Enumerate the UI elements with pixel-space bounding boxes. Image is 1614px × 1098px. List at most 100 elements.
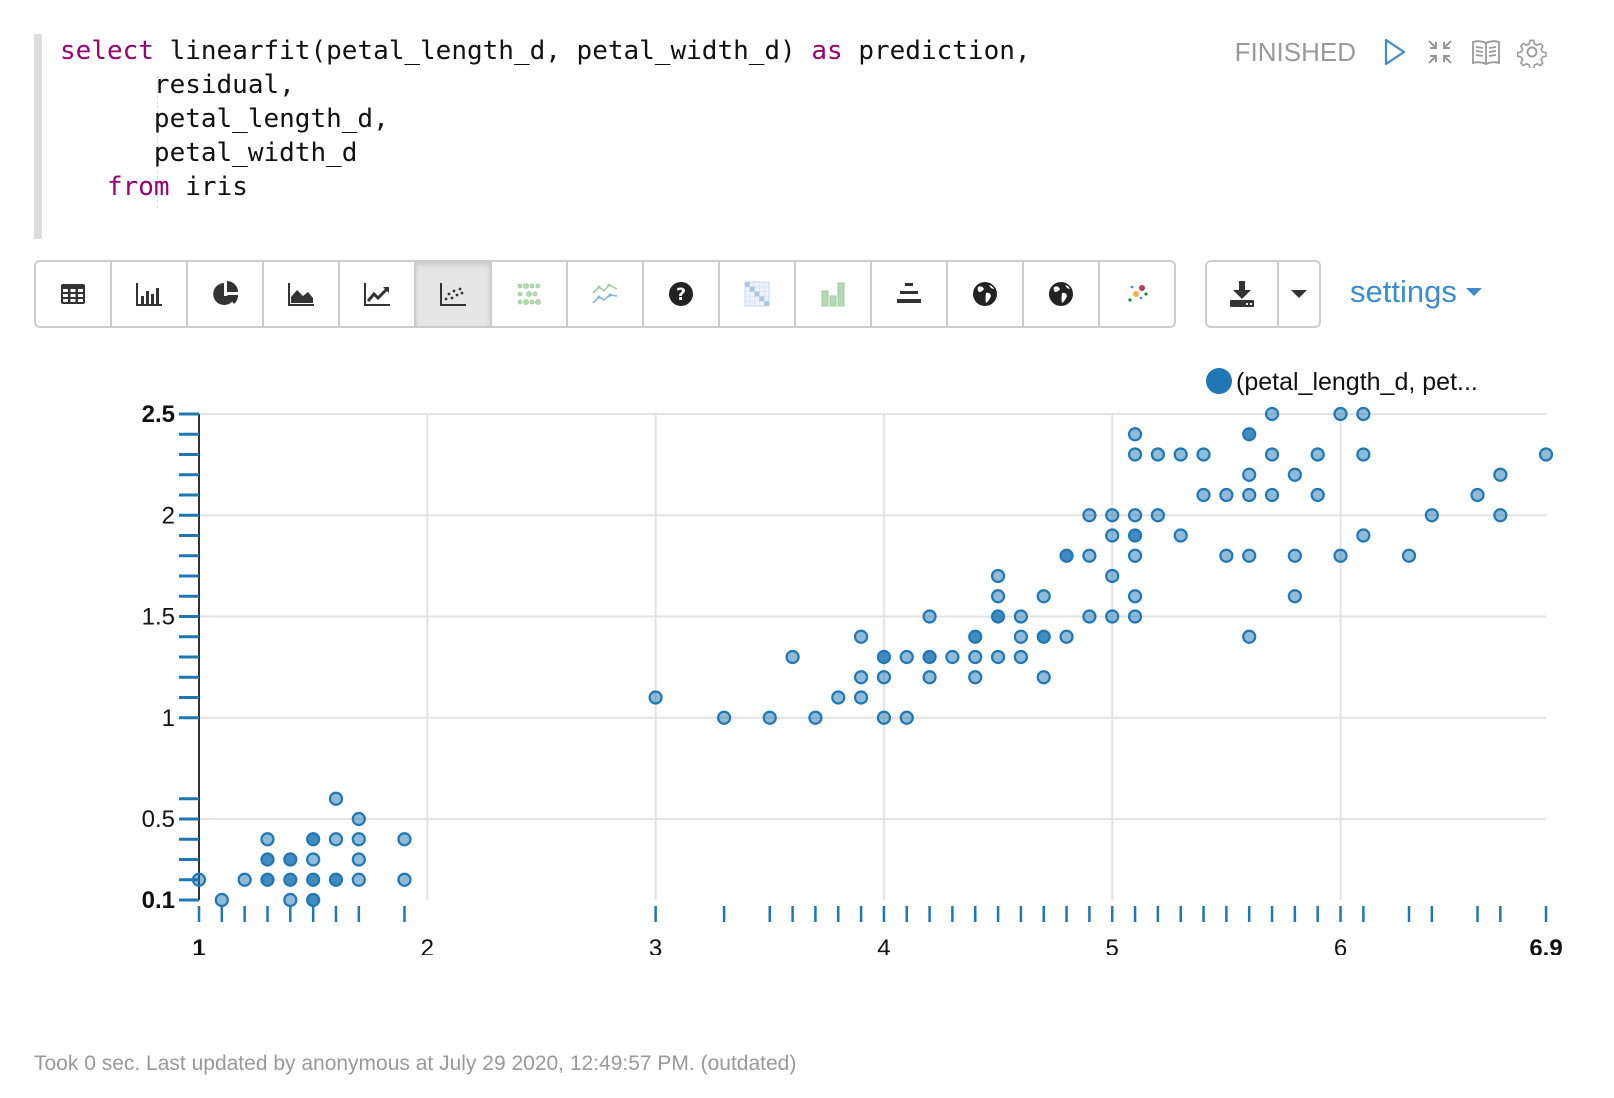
run-icon[interactable]	[1378, 36, 1410, 68]
code-text: linearfit(petal_length_d, petal_width_d)	[153, 36, 812, 66]
data-point	[260, 832, 275, 847]
data-point	[1401, 548, 1417, 563]
scatter-chart: 0.1 0.5 1 1.5 2 2.5 1 2 3 4 5 6 6.9 (petal_length_d, …	[142, 368, 1563, 955]
sql-code[interactable]: select linearfit(petal_length_d, petal_w…	[60, 34, 1031, 204]
paragraph-status-bar: FINISHED	[1235, 36, 1548, 70]
code-text: iris	[169, 172, 248, 202]
data-point	[1287, 589, 1302, 604]
line-chart-button[interactable]	[340, 262, 416, 326]
code-text: petal_length_d,	[60, 104, 389, 134]
pie-chart-button[interactable]	[188, 262, 264, 326]
network-chart-button[interactable]	[1100, 262, 1174, 326]
data-point	[1082, 548, 1097, 563]
code-editor[interactable]: select linearfit(petal_length_d, petal_w…	[34, 34, 1242, 239]
heatmap-button[interactable]	[720, 262, 796, 326]
sql-keyword: as	[811, 36, 843, 66]
map-2-button[interactable]	[1024, 262, 1100, 326]
table-view-button[interactable]	[36, 262, 112, 326]
data-point	[1127, 508, 1143, 523]
data-point	[1036, 589, 1051, 604]
data-point	[968, 649, 983, 665]
code-text: prediction,	[842, 36, 1031, 66]
data-point	[397, 872, 412, 887]
x-tick-label: 6	[1334, 935, 1347, 955]
data-point	[1196, 447, 1211, 462]
data-point	[853, 690, 869, 705]
data-point	[1264, 447, 1280, 462]
legend-label: (petal_length_d, pet...	[1236, 368, 1478, 396]
area-chart-button[interactable]	[264, 262, 340, 326]
data-point	[283, 872, 298, 887]
y-tick-label: 0.1	[142, 887, 175, 914]
download-options-dropdown[interactable]	[1279, 262, 1319, 326]
settings-label: settings	[1350, 274, 1457, 309]
table-icon	[61, 284, 85, 304]
data-point	[876, 649, 892, 665]
data-point	[1036, 629, 1051, 644]
data-point	[1356, 528, 1371, 543]
data-point	[899, 710, 914, 725]
data-point	[306, 872, 321, 887]
data-point	[1310, 487, 1325, 503]
x-tick-label: 4	[877, 935, 890, 955]
data-point	[1310, 447, 1325, 462]
data-point	[785, 649, 800, 665]
data-point	[1470, 487, 1485, 503]
data-point	[1105, 528, 1120, 543]
data-point	[237, 872, 252, 887]
columns-chart-button[interactable]	[796, 262, 872, 326]
code-line: select linearfit(petal_length_d, petal_w…	[60, 34, 1031, 68]
map-button[interactable]	[948, 262, 1024, 326]
book-icon[interactable]	[1470, 36, 1502, 68]
data-point	[1196, 487, 1211, 503]
data-point	[1242, 427, 1257, 442]
gear-icon[interactable]	[1516, 36, 1548, 70]
data-point	[1287, 467, 1302, 482]
funnel-chart-button[interactable]	[872, 262, 948, 326]
code-text: petal_width_d	[60, 138, 358, 168]
bubble-chart-button[interactable]	[492, 262, 568, 326]
data-point	[1105, 508, 1120, 523]
help-button[interactable]: ?	[644, 262, 720, 326]
data-point	[351, 811, 366, 827]
y-tick-label: 1	[162, 705, 175, 732]
pie-chart-icon	[213, 281, 239, 305]
data-point	[1127, 447, 1143, 462]
data-point	[1287, 548, 1302, 563]
scatter-chart-button[interactable]	[416, 262, 492, 326]
data-point	[1242, 487, 1257, 503]
collapse-icon[interactable]	[1424, 36, 1456, 68]
data-point	[351, 832, 366, 847]
code-line: petal_width_d	[60, 136, 1031, 170]
x-tick-label: 3	[649, 935, 662, 955]
data-point	[1356, 447, 1371, 462]
globe-icon	[973, 282, 997, 306]
data-point	[1013, 629, 1028, 644]
settings-dropdown[interactable]: settings	[1350, 274, 1483, 310]
globe-icon	[1049, 282, 1073, 306]
bar-chart-button[interactable]	[112, 262, 188, 326]
data-point	[1036, 670, 1051, 685]
code-line: from iris	[60, 170, 1031, 204]
data-point	[397, 832, 412, 847]
data-point	[283, 852, 298, 867]
y-tick-label: 2.5	[142, 401, 175, 428]
paragraph-footer: Took 0 sec. Last updated by anonymous at…	[34, 1052, 797, 1075]
download-button-group	[1205, 260, 1321, 328]
data-point	[853, 670, 869, 685]
data-point	[1333, 406, 1348, 422]
data-point	[1264, 406, 1280, 422]
multi-line-chart-button[interactable]	[568, 262, 644, 326]
data-point	[1356, 406, 1371, 422]
download-button[interactable]	[1207, 262, 1279, 326]
data-point	[1105, 609, 1120, 624]
data-point	[214, 892, 229, 908]
bubble-grid-icon	[517, 283, 541, 305]
data-point	[306, 832, 321, 847]
data-point	[1150, 508, 1165, 523]
data-point	[717, 710, 732, 725]
code-line: residual,	[60, 68, 1031, 102]
data-point	[1538, 447, 1554, 462]
data-point	[1219, 548, 1234, 563]
